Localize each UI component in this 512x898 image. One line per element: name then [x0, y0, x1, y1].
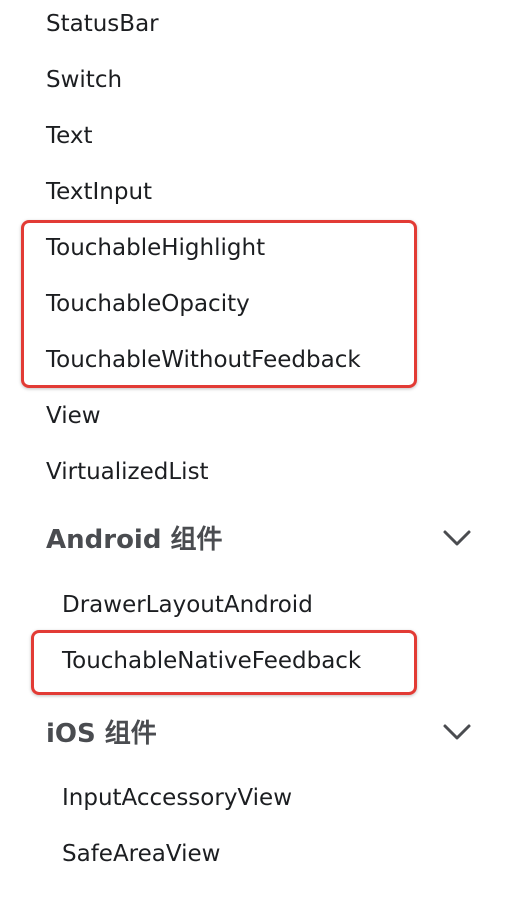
- nav-item-touchablehighlight[interactable]: TouchableHighlight: [46, 233, 265, 263]
- nav-item-textinput[interactable]: TextInput: [46, 177, 152, 207]
- section-title-ios: iOS 组件: [46, 719, 157, 749]
- nav-item-text[interactable]: Text: [46, 121, 93, 151]
- nav-item-switch[interactable]: Switch: [46, 65, 122, 95]
- nav-item-virtualizedlist[interactable]: VirtualizedList: [46, 457, 209, 487]
- nav-item-drawerlayoutandroid[interactable]: DrawerLayoutAndroid: [62, 590, 313, 620]
- nav-item-touchablewithoutfeedback[interactable]: TouchableWithoutFeedback: [46, 345, 361, 375]
- section-title-android: Android 组件: [46, 525, 223, 555]
- section-header-ios[interactable]: iOS 组件: [46, 714, 486, 754]
- nav-item-touchablenativefeedback[interactable]: TouchableNativeFeedback: [62, 646, 361, 676]
- nav-item-touchableopacity[interactable]: TouchableOpacity: [46, 289, 250, 319]
- chevron-down-icon[interactable]: [442, 526, 472, 550]
- section-header-android[interactable]: Android 组件: [46, 520, 486, 560]
- nav-item-statusbar[interactable]: StatusBar: [46, 9, 159, 39]
- nav-item-view[interactable]: View: [46, 401, 101, 431]
- nav-item-inputaccessoryview[interactable]: InputAccessoryView: [62, 783, 292, 813]
- chevron-down-icon[interactable]: [442, 720, 472, 744]
- nav-item-safeareaview[interactable]: SafeAreaView: [62, 839, 220, 869]
